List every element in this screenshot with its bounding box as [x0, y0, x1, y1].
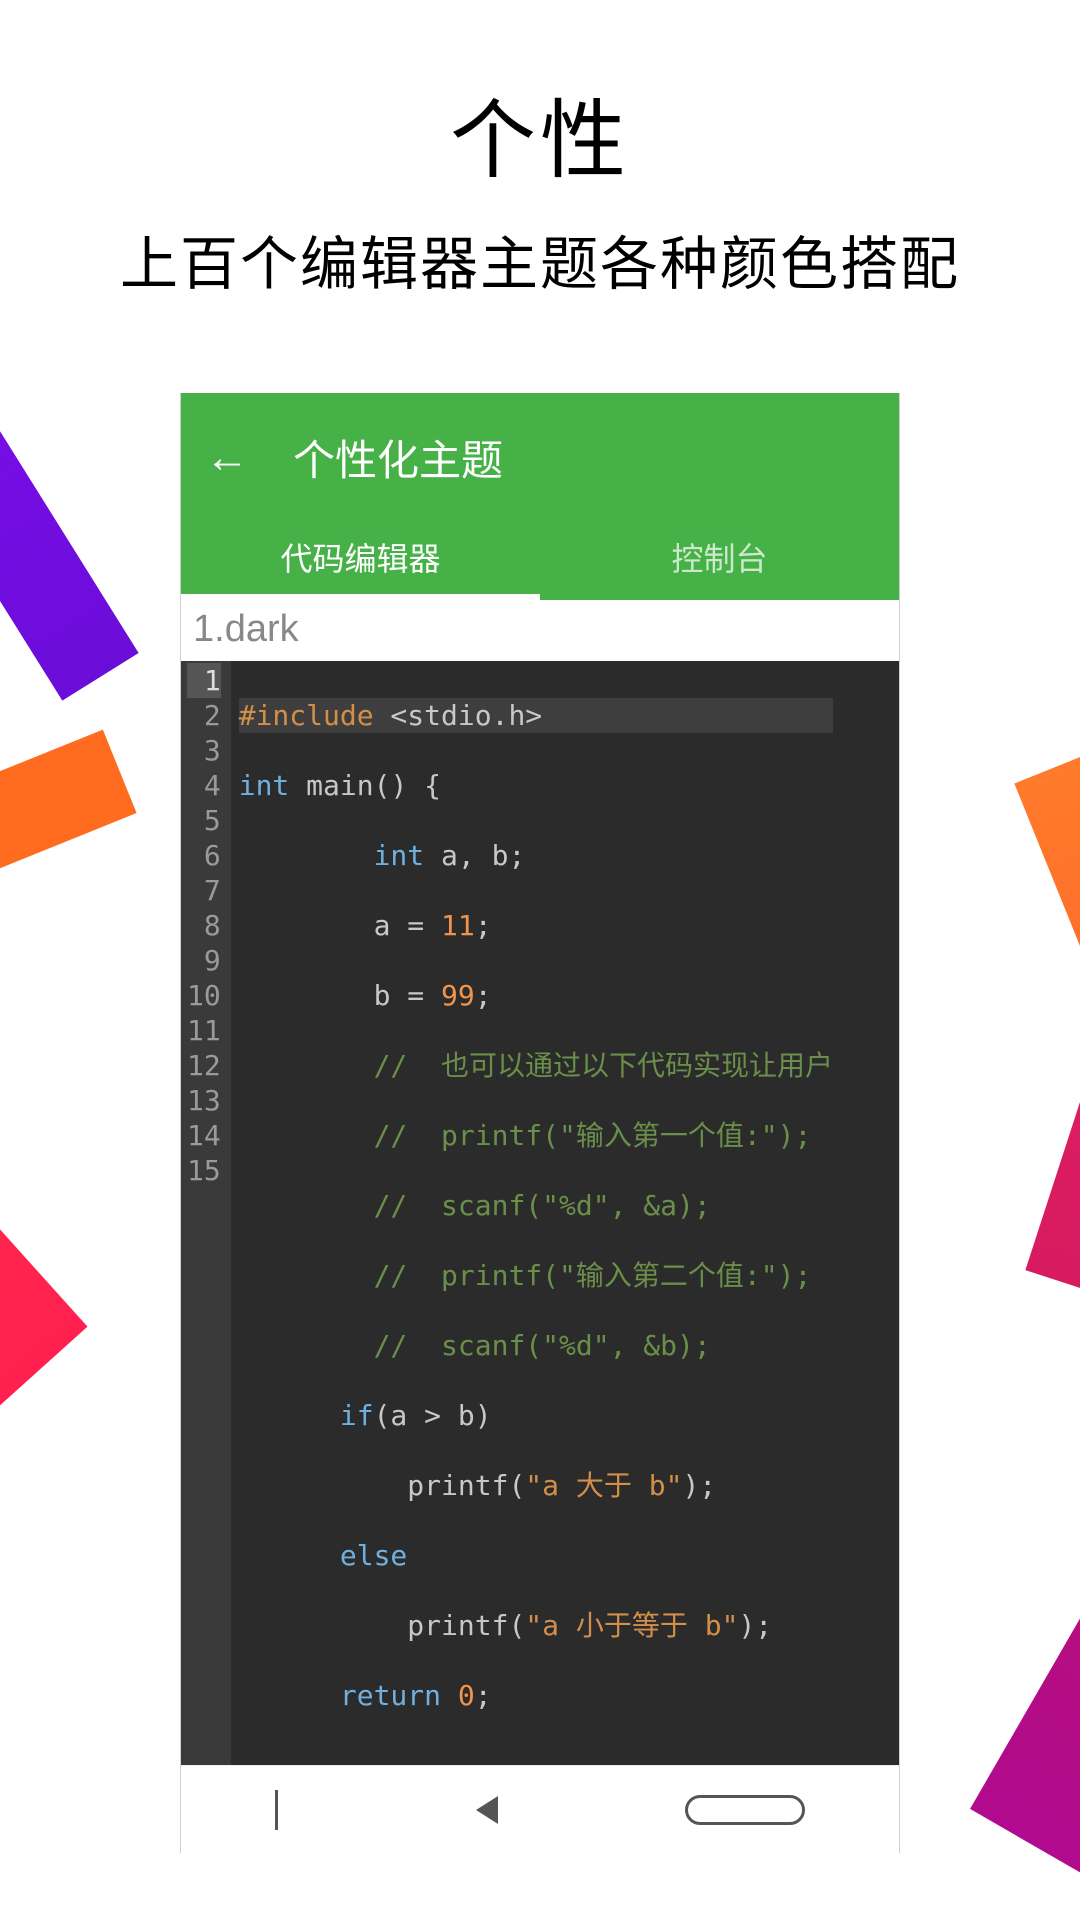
- nav-home-icon[interactable]: [685, 1795, 805, 1825]
- theme-label-dark: 1.dark: [181, 600, 899, 661]
- tab-bar: 代码编辑器 控制台: [181, 516, 899, 600]
- nav-recent-icon[interactable]: [275, 1790, 289, 1830]
- tab-code-editor[interactable]: 代码编辑器: [181, 516, 540, 600]
- decor-stripe-red-left: [0, 806, 88, 1413]
- phone-frame: ← 个性化主题 代码编辑器 控制台 1.dark 1 2 3 4 5 6 7 8…: [180, 393, 900, 1853]
- back-icon[interactable]: ←: [205, 436, 249, 480]
- hero: 个性 上百个编辑器主题各种颜色搭配: [0, 70, 1080, 301]
- decor-stripe-orange-left: [0, 730, 137, 971]
- tab-console[interactable]: 控制台: [540, 516, 899, 600]
- code-preview-dark[interactable]: 1 2 3 4 5 6 7 8 9 10 11 12 13 14 15 #inc…: [181, 661, 899, 1785]
- appbar-title: 个性化主题: [293, 427, 503, 488]
- app-bar: ← 个性化主题: [181, 393, 899, 516]
- gutter-dark: 1 2 3 4 5 6 7 8 9 10 11 12 13 14 15: [181, 661, 231, 1785]
- code-body-dark: #include <stdio.h> int main() { int a, b…: [231, 661, 833, 1785]
- nav-back-icon[interactable]: [476, 1796, 498, 1824]
- android-nav-bar: [181, 1765, 899, 1853]
- hero-subtitle: 上百个编辑器主题各种颜色搭配: [0, 217, 1080, 301]
- hero-title: 个性: [0, 70, 1080, 195]
- decor-stripe-orange-right: [1014, 727, 1080, 1432]
